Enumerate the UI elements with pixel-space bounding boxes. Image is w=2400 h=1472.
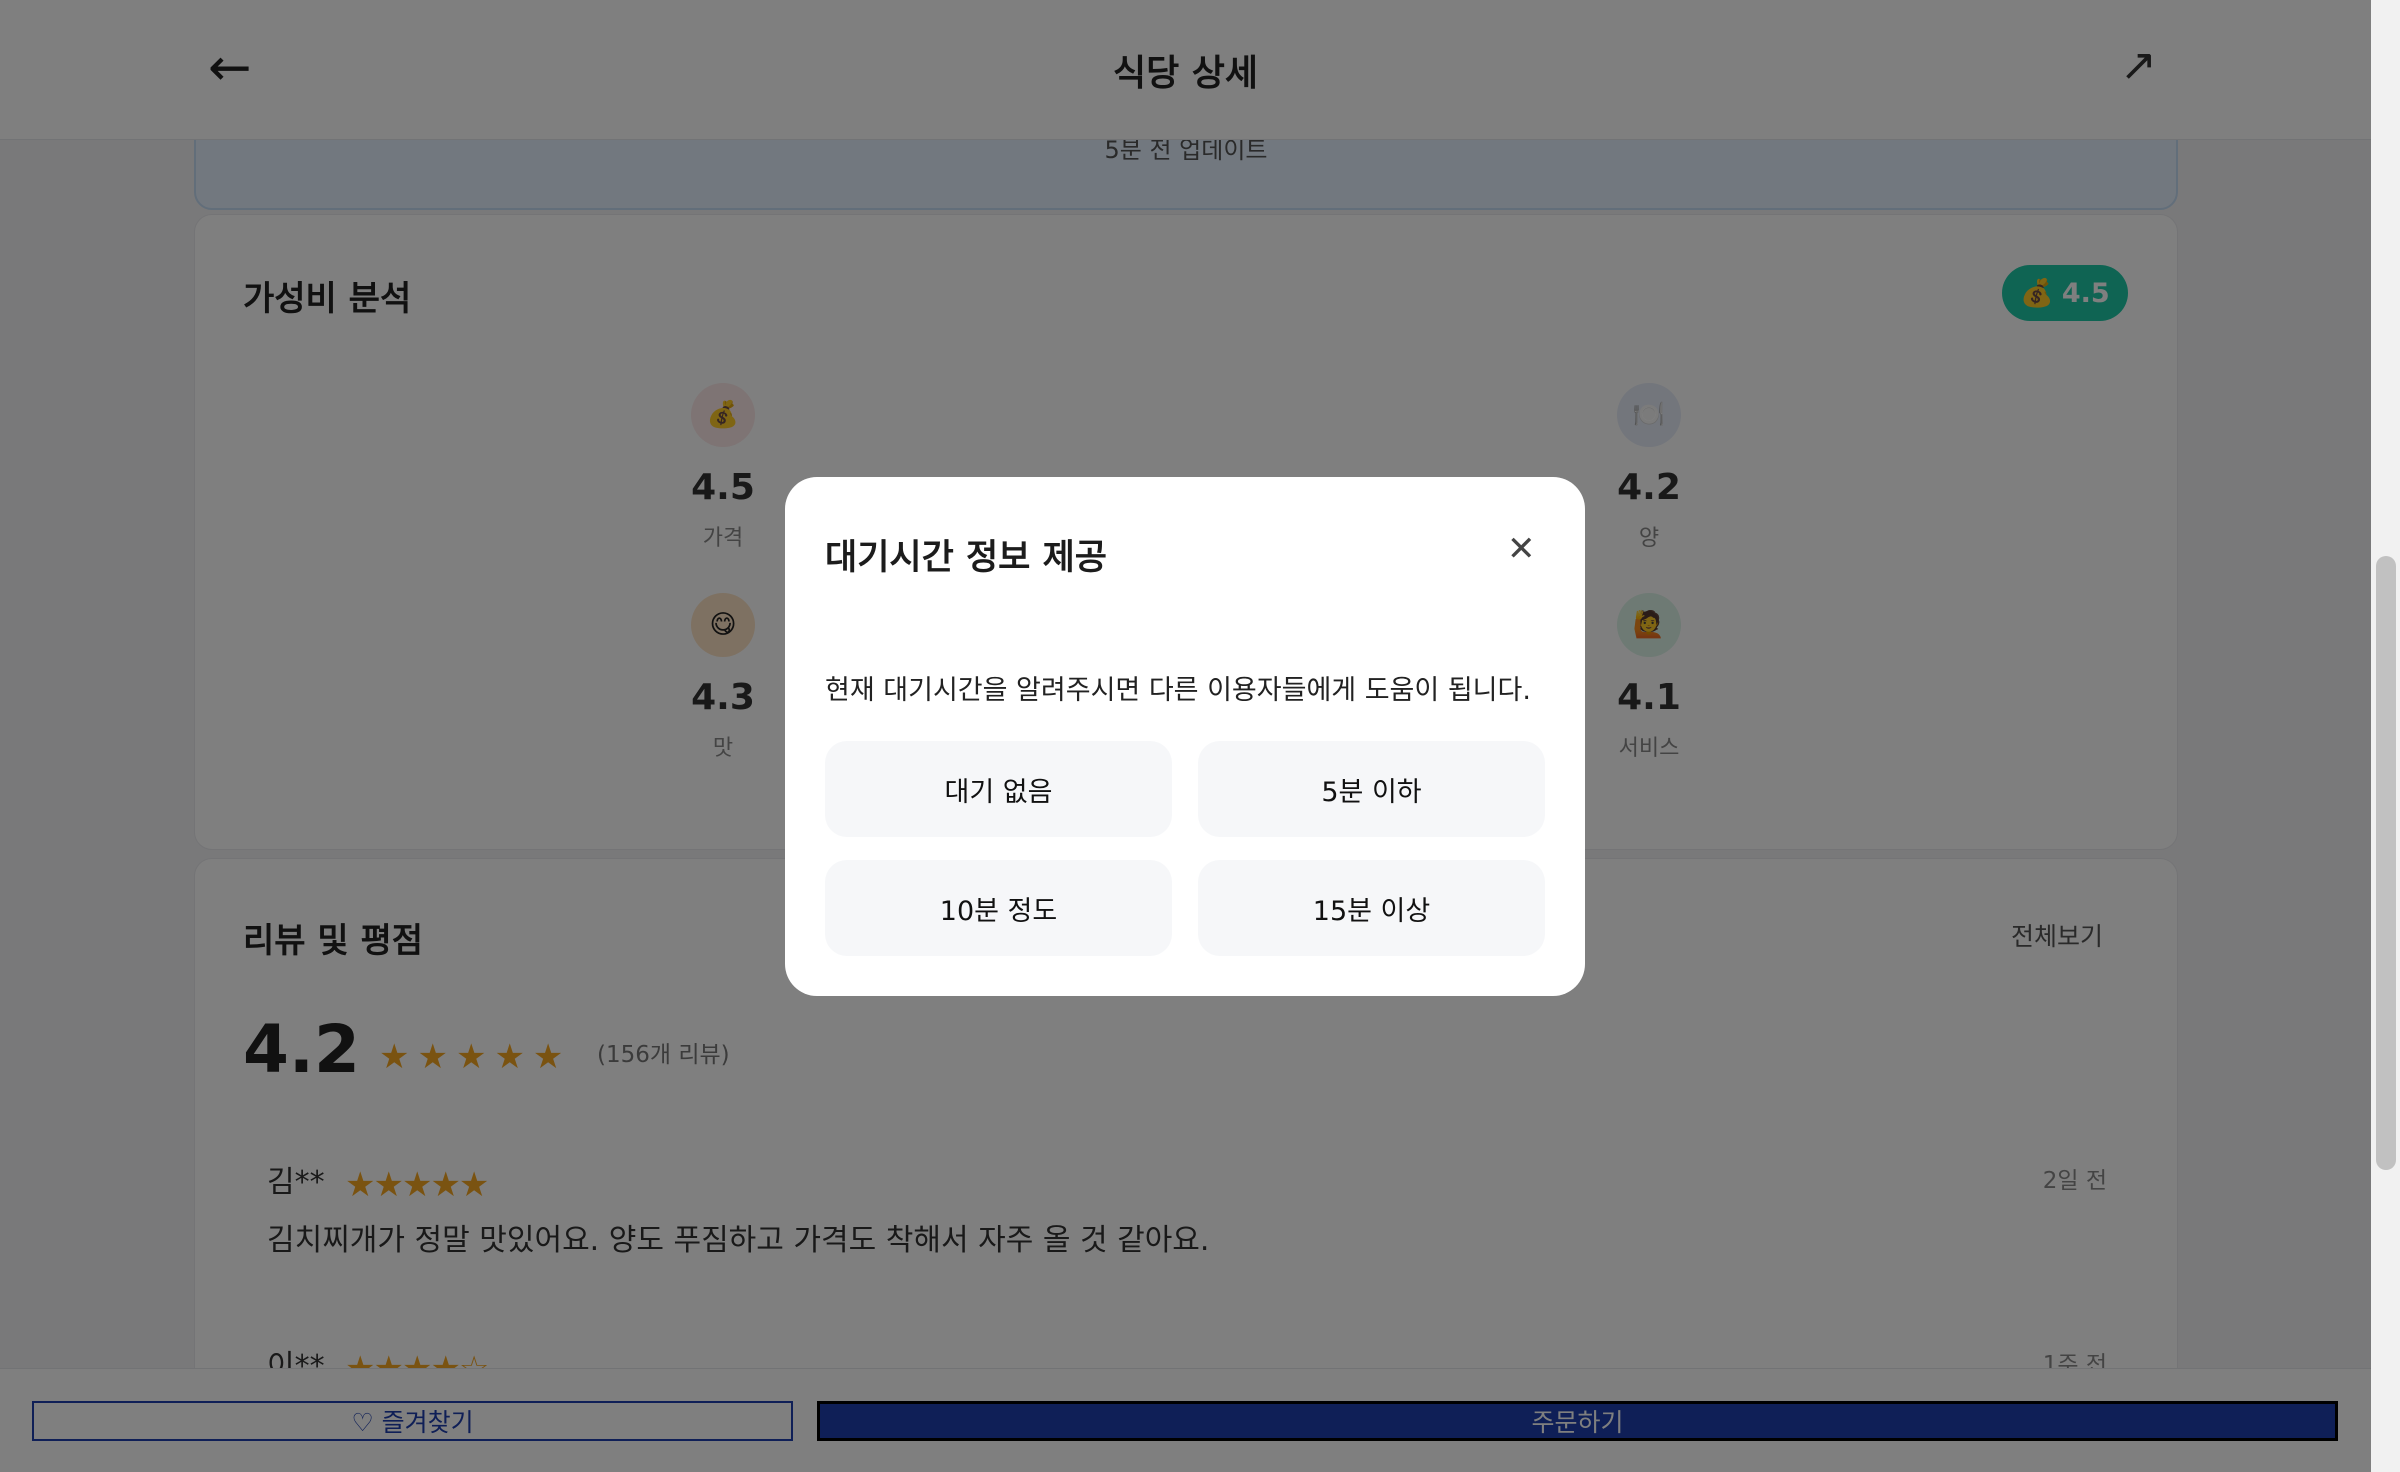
option-no-wait[interactable]: 대기 없음 xyxy=(825,741,1172,837)
option-about-10-min[interactable]: 10분 정도 xyxy=(825,860,1172,956)
option-over-15-min[interactable]: 15분 이상 xyxy=(1198,860,1545,956)
modal-title: 대기시간 정보 제공 xyxy=(825,538,1107,578)
option-under-5-min[interactable]: 5분 이하 xyxy=(1198,741,1545,837)
close-icon[interactable]: ✕ xyxy=(1507,529,1536,569)
modal-description: 현재 대기시간을 알려주시면 다른 이용자들에게 도움이 됩니다. xyxy=(825,675,1531,706)
wait-time-modal: 대기시간 정보 제공 ✕ 현재 대기시간을 알려주시면 다른 이용자들에게 도움… xyxy=(785,477,1585,996)
scrollbar-thumb[interactable] xyxy=(2376,556,2396,1170)
